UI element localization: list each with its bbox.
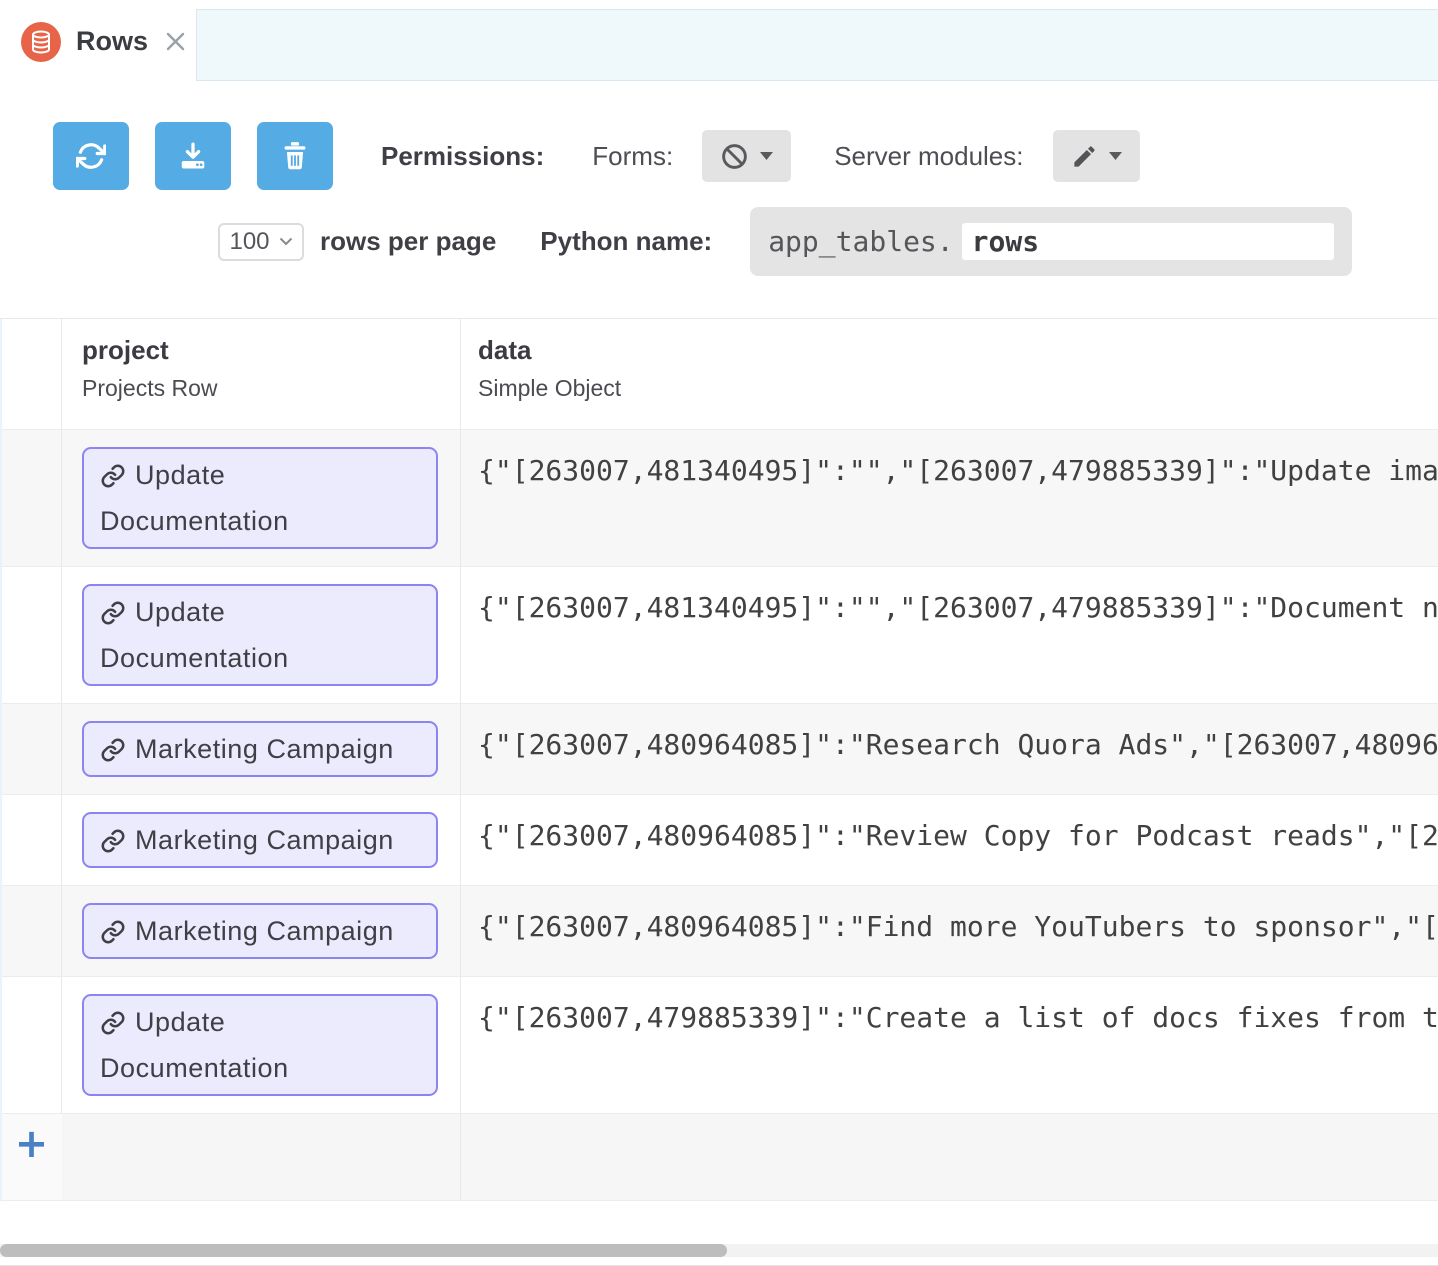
new-row-data-cell[interactable] [461, 1114, 1438, 1200]
data-cell[interactable]: {"[263007,480964085]":"Review Copy for P… [461, 795, 1438, 885]
data-cell[interactable]: {"[263007,481340495]":"","[263007,479885… [461, 430, 1438, 566]
row-handle[interactable] [2, 886, 62, 976]
refresh-icon [76, 141, 106, 171]
row-handle[interactable] [2, 704, 62, 794]
add-row: + [2, 1114, 1438, 1201]
database-icon [21, 22, 61, 62]
link-icon [100, 463, 126, 489]
python-name-input[interactable] [962, 223, 1335, 260]
data-cell-text: {"[263007,479885339]":"Create a list of … [478, 1001, 1438, 1035]
linked-row-chip[interactable]: Marketing Campaign [82, 903, 438, 959]
tab-strip-background [196, 9, 1438, 81]
linked-row-chip[interactable]: Marketing Campaign [82, 721, 438, 777]
row-handle[interactable] [2, 567, 62, 703]
chevron-down-icon [279, 237, 293, 246]
project-chip-label: Update Documentation [100, 1007, 289, 1083]
trash-icon [281, 141, 309, 171]
permissions-label: Permissions: [381, 141, 544, 172]
forms-permission-dropdown[interactable] [702, 130, 791, 182]
project-chip-label: Update Documentation [100, 597, 289, 673]
project-chip-label: Marketing Campaign [135, 734, 394, 764]
column-header-project[interactable]: project Projects Row [62, 319, 461, 429]
block-icon [720, 142, 749, 171]
link-icon [100, 737, 126, 763]
tab-title: Rows [76, 26, 148, 57]
python-name-prefix: app_tables. [768, 225, 953, 258]
table-row: Marketing Campaign {"[263007,480964085]"… [2, 704, 1438, 795]
project-chip-label: Update Documentation [100, 460, 289, 536]
refresh-button[interactable] [53, 122, 129, 190]
project-cell[interactable]: Marketing Campaign [62, 795, 461, 885]
header-gutter-cell [2, 319, 62, 429]
project-chip-label: Marketing Campaign [135, 825, 394, 855]
tab-rows[interactable]: Rows [0, 0, 196, 83]
column-type: Simple Object [478, 373, 1438, 429]
data-cell-text: {"[263007,481340495]":"","[263007,479885… [478, 591, 1438, 625]
new-row-project-cell[interactable] [62, 1114, 461, 1200]
table-row: Update Documentation {"[263007,481340495… [2, 430, 1438, 567]
data-cell[interactable]: {"[263007,480964085]":"Research Quora Ad… [461, 704, 1438, 794]
linked-row-chip[interactable]: Update Documentation [82, 584, 438, 686]
close-icon[interactable] [165, 31, 186, 52]
table-row: Update Documentation {"[263007,479885339… [2, 977, 1438, 1114]
server-modules-label: Server modules: [834, 141, 1023, 172]
table-row: Update Documentation {"[263007,481340495… [2, 567, 1438, 704]
table-body: Update Documentation {"[263007,481340495… [2, 430, 1438, 1201]
column-name: data [478, 319, 1438, 368]
project-cell[interactable]: Update Documentation [62, 430, 461, 566]
tab-bar: Rows [0, 0, 1438, 83]
add-row-gutter: + [2, 1114, 62, 1200]
link-icon [100, 828, 126, 854]
link-icon [100, 919, 126, 945]
horizontal-scrollbar-track[interactable] [0, 1244, 1438, 1257]
row-handle[interactable] [2, 795, 62, 885]
rows-per-page-select[interactable]: 100 [218, 223, 304, 261]
table-header-row: project Projects Row data Simple Object [2, 319, 1438, 430]
linked-row-chip[interactable]: Update Documentation [82, 447, 438, 549]
column-header-data[interactable]: data Simple Object [461, 319, 1438, 429]
data-cell-text: {"[263007,480964085]":"Research Quora Ad… [478, 728, 1438, 762]
data-table: project Projects Row data Simple Object … [0, 318, 1438, 1201]
data-cell-text: {"[263007,481340495]":"","[263007,479885… [478, 454, 1438, 488]
download-icon [178, 141, 208, 171]
project-cell[interactable]: Update Documentation [62, 977, 461, 1113]
table-row: Marketing Campaign {"[263007,480964085]"… [2, 886, 1438, 977]
project-chip-label: Marketing Campaign [135, 916, 394, 946]
row-handle[interactable] [2, 977, 62, 1113]
project-cell[interactable]: Marketing Campaign [62, 704, 461, 794]
caret-down-icon [760, 152, 773, 160]
python-name-label: Python name: [540, 226, 712, 257]
project-cell[interactable]: Update Documentation [62, 567, 461, 703]
table-row: Marketing Campaign {"[263007,480964085]"… [2, 795, 1438, 886]
horizontal-scrollbar-thumb[interactable] [0, 1244, 727, 1257]
data-cell[interactable]: {"[263007,481340495]":"","[263007,479885… [461, 567, 1438, 703]
data-cell[interactable]: {"[263007,479885339]":"Create a list of … [461, 977, 1438, 1113]
linked-row-chip[interactable]: Update Documentation [82, 994, 438, 1096]
forms-label: Forms: [592, 141, 673, 172]
delete-button[interactable] [257, 122, 333, 190]
data-cell[interactable]: {"[263007,480964085]":"Find more YouTube… [461, 886, 1438, 976]
row-handle[interactable] [2, 430, 62, 566]
server-modules-permission-dropdown[interactable] [1053, 130, 1140, 182]
rows-per-page-value: 100 [229, 228, 269, 256]
python-name-box: app_tables. [750, 207, 1352, 276]
caret-down-icon [1109, 152, 1122, 160]
add-row-button[interactable]: + [15, 1114, 49, 1174]
data-cell-text: {"[263007,480964085]":"Find more YouTube… [478, 910, 1438, 944]
link-icon [100, 1010, 126, 1036]
linked-row-chip[interactable]: Marketing Campaign [82, 812, 438, 868]
download-button[interactable] [155, 122, 231, 190]
pencil-icon [1071, 143, 1098, 170]
rows-per-page-label: rows per page [320, 226, 496, 257]
table-toolbar: Permissions: Forms: Server modules: 100 [0, 83, 1438, 318]
link-icon [100, 600, 126, 626]
data-cell-text: {"[263007,480964085]":"Review Copy for P… [478, 819, 1438, 853]
project-cell[interactable]: Marketing Campaign [62, 886, 461, 976]
column-name: project [82, 319, 440, 368]
column-type: Projects Row [82, 373, 440, 429]
